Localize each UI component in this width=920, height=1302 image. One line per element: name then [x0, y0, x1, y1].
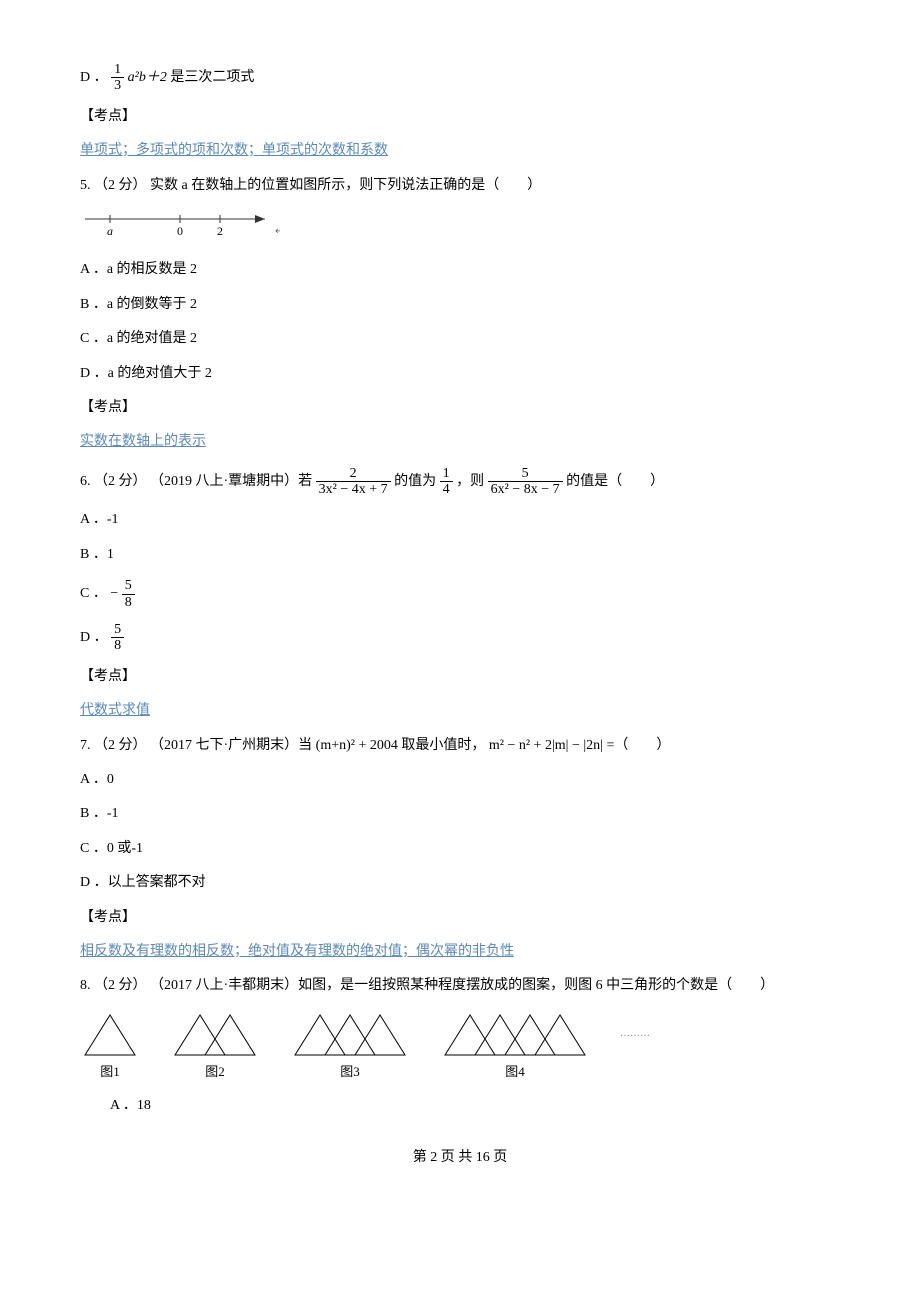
fraction-1-3: 1 3 [111, 62, 124, 94]
denominator: 6x² − 8x − 7 [488, 482, 563, 497]
denominator: 8 [111, 638, 124, 653]
q7-option-d: D ．以上答案都不对 [80, 872, 840, 894]
kaodian-label: 【考点】 [80, 907, 840, 929]
q6-option-a: A ．-1 [80, 509, 840, 531]
triangle-4-svg [440, 1010, 590, 1060]
fraction-5-8: 5 8 [111, 622, 124, 654]
q7-option-b: B ．-1 [80, 803, 840, 825]
q6-stem-mid2: ，则 [456, 474, 488, 489]
q7-stem-mid: 取最小值时， [401, 738, 485, 753]
figure-2: 图2 [170, 1010, 260, 1083]
numerator: 5 [111, 622, 124, 638]
numerator: 1 [440, 466, 453, 482]
denominator: 8 [122, 595, 135, 610]
ellipsis: ……… [620, 1026, 650, 1042]
triangle-1-svg [80, 1010, 140, 1060]
expression: a²b＋2 [128, 70, 171, 85]
q6-stem-suffix: 的值是（ ） [566, 474, 664, 489]
q5-category: 实数在数轴上的表示 [80, 431, 840, 453]
denominator: 3 [111, 78, 124, 93]
q7-stem: 7. （2 分） （2017 七下·广州期末）当 (m+n)² + 2004 取… [80, 735, 840, 757]
fraction-1-4: 1 4 [440, 466, 453, 498]
figure-1-label: 图1 [100, 1062, 120, 1083]
q5-option-d: D ．a 的绝对值大于 2 [80, 363, 840, 385]
q6-option-c: C ． − 5 8 [80, 578, 840, 610]
q7-stem-prefix: 7. （2 分） （2017 七下·广州期末）当 [80, 738, 316, 753]
expression-2: m² − n² + 2|m| − |2n| [489, 738, 603, 753]
denominator: 4 [440, 482, 453, 497]
q6-stem-prefix: 6. （2 分） （2019 八上·覃塘期中）若 [80, 474, 316, 489]
svg-text:↵: ↵ [275, 226, 280, 237]
figure-2-label: 图2 [205, 1062, 225, 1083]
number-line-figure: a 0 2 ↵ [80, 209, 840, 247]
figure-1: 图1 [80, 1010, 140, 1083]
q7-option-c: C ．0 或-1 [80, 838, 840, 860]
expression-1: (m+n)² + 2004 [316, 738, 398, 753]
fraction-expr-2: 5 6x² − 8x − 7 [488, 466, 563, 498]
kaodian-label: 【考点】 [80, 666, 840, 688]
q4-category: 单项式；多项式的项和次数；单项式的次数和系数 [80, 140, 840, 162]
q7-category: 相反数及有理数的相反数；绝对值及有理数的绝对值；偶次幂的非负性 [80, 941, 840, 963]
page-footer: 第 2 页 共 16 页 [80, 1147, 840, 1169]
triangle-2-svg [170, 1010, 260, 1060]
option-d-text: 是三次二项式 [170, 70, 254, 85]
figure-3: 图3 [290, 1010, 410, 1083]
kaodian-label: 【考点】 [80, 106, 840, 128]
denominator: 3x² − 4x + 7 [316, 482, 391, 497]
fraction-expr-1: 2 3x² − 4x + 7 [316, 466, 391, 498]
numerator: 5 [488, 466, 563, 482]
figure-3-label: 图3 [340, 1062, 360, 1083]
q8-option-a: A ．18 [110, 1095, 840, 1117]
option-c-prefix: C ． [80, 586, 107, 601]
q4-option-d: D ． 1 3 a²b＋2 是三次二项式 [80, 62, 840, 94]
option-d-prefix: D ． [80, 630, 108, 645]
svg-text:0: 0 [177, 224, 183, 238]
figure-4-label: 图4 [505, 1062, 525, 1083]
q6-stem: 6. （2 分） （2019 八上·覃塘期中）若 2 3x² − 4x + 7 … [80, 466, 840, 498]
q6-option-b: B ．1 [80, 544, 840, 566]
q7-stem-suffix: =（ ） [606, 738, 670, 753]
q5-option-a: A ．a 的相反数是 2 [80, 259, 840, 281]
q5-option-c: C ．a 的绝对值是 2 [80, 328, 840, 350]
minus-sign: − [110, 586, 118, 601]
svg-text:a: a [107, 224, 113, 238]
triangle-figures: 图1 图2 图3 图4 ……… [80, 1010, 840, 1083]
q6-stem-mid1: 的值为 [394, 474, 440, 489]
svg-text:2: 2 [217, 224, 223, 238]
numerator: 1 [111, 62, 124, 78]
kaodian-label: 【考点】 [80, 397, 840, 419]
triangle-3-svg [290, 1010, 410, 1060]
numerator: 2 [316, 466, 391, 482]
option-d-prefix: D ． [80, 70, 108, 85]
figure-4: 图4 [440, 1010, 590, 1083]
fraction-5-8: 5 8 [122, 578, 135, 610]
q7-option-a: A ．0 [80, 769, 840, 791]
numerator: 5 [122, 578, 135, 594]
q5-stem: 5. （2 分） 实数 a 在数轴上的位置如图所示，则下列说法正确的是（ ） [80, 175, 840, 197]
q6-option-d: D ． 5 8 [80, 622, 840, 654]
q8-stem: 8. （2 分） （2017 八上·丰都期末）如图，是一组按照某种程度摆放成的图… [80, 975, 840, 997]
number-line-svg: a 0 2 ↵ [80, 209, 280, 239]
q6-category: 代数式求值 [80, 700, 840, 722]
q5-option-b: B ．a 的倒数等于 2 [80, 294, 840, 316]
